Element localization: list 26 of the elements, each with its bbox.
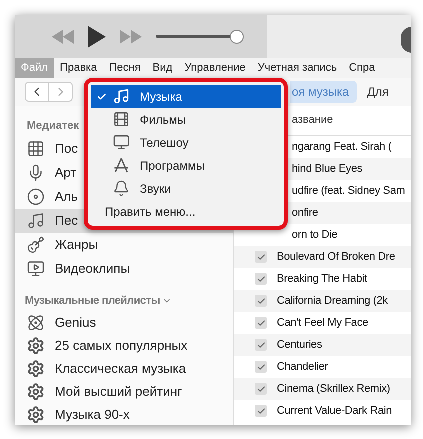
sidebar-label: Видеоклипы	[55, 260, 130, 278]
song-title: Current Value-Dark Rain	[277, 404, 392, 419]
song-title: Breaking The Habit	[277, 272, 368, 287]
song-title: ngarang Feat. Sirah (	[292, 140, 392, 155]
playlist-label: 25 самых популярных	[55, 336, 188, 355]
song-title: California Dreaming (2k	[277, 294, 388, 309]
song-title: Boulevard Of Broken Dre	[277, 250, 396, 265]
sidebar-label: Арт	[55, 164, 77, 182]
sidebar-label: Пес	[55, 212, 78, 230]
sidebar-label: Аль	[55, 188, 78, 206]
song-title: onfire	[292, 206, 318, 221]
song-title: hind Blue Eyes	[292, 162, 363, 177]
song-title: Centuries	[277, 338, 322, 353]
playlist-label: Классическая музыка	[55, 360, 186, 378]
playlist-label: Genius	[55, 314, 96, 332]
song-title: orn to Die	[292, 228, 338, 243]
sidebar-label: Пос	[55, 140, 78, 158]
sidebar-label: Жанры	[55, 236, 98, 254]
playlist-label: Музыка 90-х	[55, 406, 130, 424]
song-title: Chandelier	[277, 360, 328, 375]
song-title: Can't Feel My Face	[277, 316, 368, 331]
section-header: Медиатек	[27, 118, 80, 134]
song-title: udfire (feat. Sidney Sam	[292, 184, 406, 199]
song-title: Cinema (Skrillex Remix)	[277, 382, 390, 397]
playlist-label: Мой высший рейтинг	[55, 382, 182, 401]
section-header: Музыкальные плейлисты	[25, 294, 160, 309]
